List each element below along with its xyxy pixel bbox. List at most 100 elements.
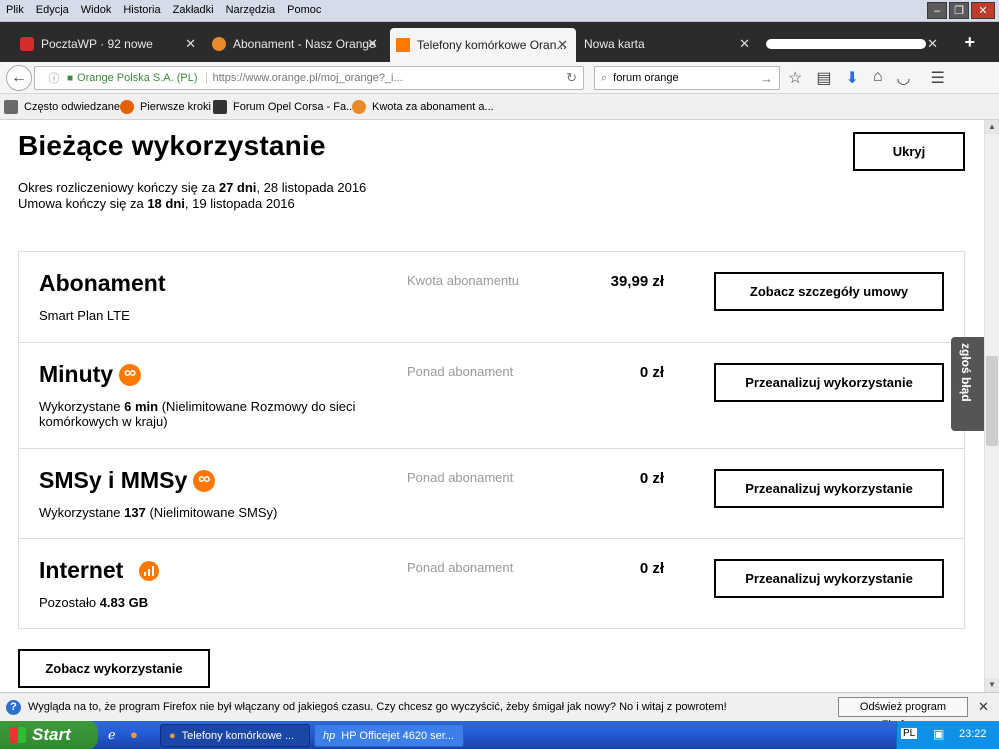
row-title: Internet [39,557,160,584]
orange-forum-icon [212,37,226,51]
tab-bar: PocztaWP · 92 nowe ✕ Abonament - Nasz Or… [0,22,999,62]
tab-label: Nowa karta [584,37,645,51]
usage-row-abonament: Abonament Smart Plan LTE Kwota abonament… [19,252,964,343]
signal-icon [139,560,160,581]
question-icon: ? [6,700,21,715]
row-subtitle: Wykorzystane 137 (Nielimitowane SMSy) [39,505,278,520]
row-subtitle: Smart Plan LTE [39,308,130,323]
task-hp[interactable]: hp HP Officejet 4620 ser... [314,724,464,747]
back-button[interactable]: ← [6,65,32,91]
row-subtitle: Wykorzystane 6 min (Nielimitowane Rozmow… [39,399,356,429]
notification-message: Wygląda na to, że program Firefox nie by… [28,701,727,713]
url-bar[interactable]: ⓘ ■ Orange Polska S.A. (PL) https://www.… [34,66,584,90]
report-error-tab[interactable]: zgłoś błąd [951,337,984,431]
menu-file[interactable]: Plik [0,4,30,16]
billing-period-info: Okres rozliczeniowy kończy się za 27 dni… [18,180,366,212]
ie-icon[interactable]: ℯ [108,727,116,743]
menu-edit[interactable]: Edycja [30,4,75,16]
row-title-text: Internet [39,557,124,583]
menu-view[interactable]: Widok [75,4,118,16]
redacted-tab-title [766,39,926,49]
bookmark-star-icon[interactable]: ☆ [788,68,802,88]
tab-hidden[interactable]: ✕ [760,30,946,58]
tab-label: PocztaWP · 92 nowe [41,37,153,51]
close-window-button[interactable]: ✕ [971,2,995,19]
downloads-icon[interactable]: ⬇ [845,68,858,88]
new-tab-button[interactable]: + [964,32,975,53]
page-title: Bieżące wykorzystanie [18,130,326,161]
firefox-icon[interactable]: ● [130,727,138,742]
bookmark-label: Często odwiedzane [24,101,121,113]
menu-tools[interactable]: Narzędzia [220,4,282,16]
tab-label: Telefony komórkowe Oran... [417,38,567,52]
firefox-icon [120,100,134,114]
tab-telefony[interactable]: Telefony komórkowe Oran... ✕ [390,28,576,62]
scroll-up-icon[interactable]: ▲ [985,120,999,134]
menu-history[interactable]: Historia [117,4,166,16]
row-subtitle: Pozostało 4.83 GB [39,595,149,610]
tab-abonament[interactable]: Abonament - Nasz Orange ✕ [206,30,386,58]
infinity-icon [119,362,142,386]
windows-flag-icon [10,727,26,743]
task-firefox[interactable]: ● Telefony komórkowe ... [160,724,310,747]
taskbar: Start ℯ ● ● Telefony komórkowe ... hp HP… [0,721,999,749]
reload-icon[interactable]: ↻ [566,70,577,86]
bookmark-item[interactable]: Kwota za abonament a... [352,100,494,114]
row-label: Ponad abonament [407,470,514,485]
contract-days: 18 dni [147,196,185,211]
start-button[interactable]: Start [0,721,98,749]
view-contract-button[interactable]: Zobacz szczegóły umowy [714,272,944,311]
tab-poczta[interactable]: PocztaWP · 92 nowe ✕ [14,30,204,58]
search-go-icon[interactable]: → [760,71,773,86]
search-input[interactable]: forum orange [613,72,678,84]
refresh-firefox-button[interactable]: Odśwież program Firefox... [838,697,968,731]
row-title: Abonament [39,270,166,296]
close-icon[interactable]: ✕ [739,36,750,52]
screen: Plik Edycja Widok Historia Zakładki Narz… [0,0,999,749]
page-scrollbar[interactable]: ▲ ▼ [984,120,999,692]
bookmark-item[interactable]: Często odwiedzane [4,100,120,114]
close-icon[interactable]: ✕ [557,37,568,53]
usage-row-sms: SMSy i MMSy Wykorzystane 137 (Nielimitow… [19,449,964,539]
close-icon[interactable]: ✕ [185,36,196,52]
orange-forum-icon [352,100,366,114]
pocket-icon[interactable]: ◡ [897,68,911,88]
search-bar[interactable]: ⌕ forum orange → [594,66,780,90]
row-title: SMSy i MMSy [39,467,216,494]
minimize-button[interactable]: ‒ [927,2,947,19]
scroll-thumb[interactable] [986,356,998,446]
start-label: Start [32,725,71,744]
menu-help[interactable]: Pomoc [281,4,327,16]
bookmark-item[interactable]: Forum Opel Corsa - Fa... [213,100,355,114]
firefox-icon: ● [169,729,176,742]
bookmark-label: Forum Opel Corsa - Fa... [233,101,356,113]
restore-button[interactable]: ❐ [949,2,969,19]
home-icon[interactable]: ⌂ [873,68,883,88]
period-text: Okres rozliczeniowy kończy się za [18,180,219,195]
view-usage-button[interactable]: Zobacz wykorzystanie [18,649,210,688]
url-text[interactable]: https://www.orange.pl/moj_orange?_i... [207,72,403,84]
site-identity[interactable]: Orange Polska S.A. (PL) [77,72,207,84]
language-indicator[interactable]: PL [901,728,918,739]
hide-button[interactable]: Ukryj [853,132,965,171]
report-error-label: zgłoś błąd [959,343,973,402]
tab-new[interactable]: Nowa karta ✕ [578,30,758,58]
network-icon[interactable]: ▣ [933,727,944,741]
task-label: Telefony komórkowe ... [181,729,295,742]
info-icon[interactable]: ⓘ [45,70,63,86]
bookmark-label: Pierwsze kroki [140,101,211,113]
row-value: 0 zł [639,560,664,577]
analyze-usage-button[interactable]: Przeanalizuj wykorzystanie [714,363,944,402]
close-icon[interactable]: ✕ [927,36,938,52]
bookmark-item[interactable]: Pierwsze kroki [120,100,211,114]
close-icon[interactable]: ✕ [978,699,989,715]
analyze-usage-button[interactable]: Przeanalizuj wykorzystanie [714,559,944,598]
menu-hamburger-icon[interactable]: ☰ [931,68,945,88]
scroll-down-icon[interactable]: ▼ [985,678,999,692]
close-icon[interactable]: ✕ [367,36,378,52]
menu-bookmarks[interactable]: Zakładki [167,4,220,16]
analyze-usage-button[interactable]: Przeanalizuj wykorzystanie [714,469,944,508]
bookmark-label: Kwota za abonament a... [372,101,494,113]
row-label: Ponad abonament [407,560,514,575]
reading-list-icon[interactable]: ▤ [816,68,831,88]
